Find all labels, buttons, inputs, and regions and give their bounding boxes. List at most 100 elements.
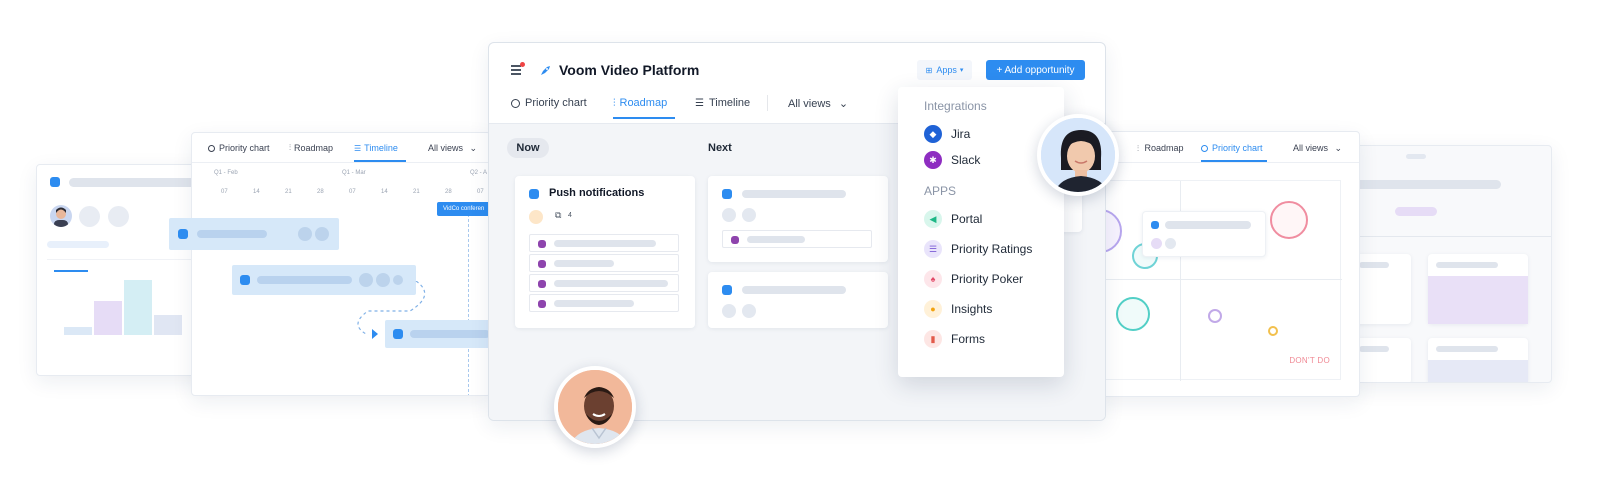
horizontal-axis [1098, 279, 1342, 280]
bar-label-placeholder [257, 276, 352, 284]
text-placeholder [554, 280, 668, 287]
tab-label: Priority chart [525, 97, 587, 109]
menu-item-forms[interactable]: ▮ Forms [924, 330, 985, 348]
menu-item-priority-poker[interactable]: ♠ Priority Poker [924, 270, 1023, 288]
card-highlight [1428, 276, 1528, 324]
board-card[interactable] [1428, 338, 1528, 382]
child-row[interactable] [529, 234, 679, 252]
day-label: 21 [285, 189, 292, 195]
idea-icon [178, 229, 188, 239]
jira-icon: ◆ [924, 125, 942, 143]
hover-card [1142, 211, 1266, 257]
tab-label: Roadmap [1144, 143, 1184, 153]
tab-roadmap[interactable]: ⫶ Roadmap [1137, 143, 1184, 154]
all-views-dropdown[interactable]: All views ⌄ [1293, 143, 1342, 154]
feature-icon [538, 240, 546, 248]
child-row[interactable] [529, 294, 679, 312]
all-views-dropdown[interactable]: All views ⌄ [788, 97, 848, 110]
all-views-dropdown[interactable]: All views ⌄ [428, 143, 477, 154]
board-card[interactable] [1428, 254, 1528, 324]
column-label: Now [516, 142, 540, 154]
target-icon [208, 144, 215, 152]
tab-label: Roadmap [294, 143, 334, 153]
day-label: 07 [477, 189, 484, 195]
month-label: Q2 - A [470, 170, 488, 176]
opportunity-bubble[interactable] [1268, 326, 1278, 336]
opportunity-bubble[interactable] [1270, 201, 1308, 239]
roadmap-card[interactable] [708, 272, 888, 328]
timeline-panel: Priority chart ⫶ Roadmap ☰ Timeline All … [191, 132, 491, 396]
tab-priority-chart[interactable]: Priority chart [511, 97, 587, 109]
idea-icon [1151, 221, 1159, 229]
tab-roadmap[interactable]: ⫶ Roadmap [613, 97, 667, 109]
score-badge [529, 210, 543, 224]
timeline-bar[interactable] [385, 320, 490, 348]
child-row[interactable] [529, 254, 679, 272]
menu-item-portal[interactable]: ◀ Portal [924, 210, 982, 228]
board-card[interactable] [1353, 338, 1411, 382]
apps-button[interactable]: ⊞ Apps ▾ [917, 60, 972, 80]
chart-accent-line [54, 270, 88, 272]
opportunity-bubble[interactable] [1116, 297, 1150, 331]
feature-icon [538, 260, 546, 268]
milestone-tooltip: VidCo conferen [437, 202, 490, 216]
menu-item-jira[interactable]: ◆ Jira [924, 125, 970, 143]
bar-label-placeholder [197, 230, 267, 238]
title-placeholder [742, 286, 846, 294]
caret-down-icon: ▾ [959, 67, 964, 74]
roadmap-card[interactable] [708, 176, 888, 262]
idea-icon [722, 189, 732, 199]
day-label: 14 [253, 189, 260, 195]
text-placeholder [554, 260, 614, 267]
roadmap-card[interactable]: Push notifications ⧉ 4 [515, 176, 695, 328]
menu-icon[interactable] [511, 62, 525, 75]
arrow-right-icon [372, 329, 378, 339]
tab-priority-chart[interactable]: Priority chart [1201, 143, 1263, 153]
avatar-man [554, 366, 636, 448]
menu-item-priority-ratings[interactable]: ☰ Priority Ratings [924, 240, 1032, 258]
avatar-placeholder [742, 208, 756, 222]
text-placeholder [554, 300, 634, 307]
column-now-chip: Now [507, 138, 549, 158]
text-placeholder [47, 241, 109, 248]
tab-label: Timeline [364, 143, 398, 153]
idea-icon [240, 275, 250, 285]
tab-timeline[interactable]: ☰ Timeline [354, 143, 398, 153]
avatar-woman [1037, 114, 1119, 196]
person-icon [54, 207, 68, 227]
tab-roadmap[interactable]: ⫶ Roadmap [289, 143, 333, 153]
avatar-placeholder [108, 206, 129, 227]
apps-label: Apps [936, 65, 957, 75]
tab-timeline[interactable]: ☰ Timeline [695, 97, 750, 109]
child-row[interactable] [722, 230, 872, 248]
chart-tabbar: ⫶ Roadmap Priority chart All views ⌄ [1097, 132, 1359, 163]
month-label: Q1 - Feb [214, 170, 238, 176]
tab-priority-chart[interactable]: Priority chart [208, 143, 270, 153]
avatar-placeholder [1165, 238, 1176, 249]
insights-icon: ● [924, 300, 942, 318]
menu-item-label: Jira [951, 127, 971, 141]
menu-item-label: Forms [951, 332, 985, 346]
roadmap-icon: ⫶ [1137, 144, 1139, 153]
timeline-bar[interactable] [169, 218, 339, 250]
page-title: Voom Video Platform [559, 62, 700, 78]
menu-item-insights[interactable]: ● Insights [924, 300, 992, 318]
bar [124, 280, 152, 335]
opportunity-bubble[interactable] [1208, 309, 1222, 323]
child-row[interactable] [529, 274, 679, 292]
forms-icon: ▮ [924, 330, 942, 348]
idea-icon [529, 189, 539, 199]
all-views-label: All views [1293, 143, 1329, 153]
menu-line [511, 69, 521, 71]
menu-item-slack[interactable]: ✱ Slack [924, 151, 980, 169]
add-opportunity-button[interactable]: + Add opportunity [986, 60, 1085, 80]
tab-separator [767, 95, 768, 111]
chevron-down-icon: ⌄ [1334, 143, 1343, 153]
text-placeholder [554, 240, 656, 247]
bar-label-placeholder [410, 330, 490, 338]
board-card[interactable] [1353, 254, 1411, 324]
grid-icon: ⊞ [925, 65, 933, 75]
text-placeholder [1436, 346, 1498, 352]
day-label: 21 [413, 189, 420, 195]
menu-item-label: Portal [951, 212, 983, 226]
